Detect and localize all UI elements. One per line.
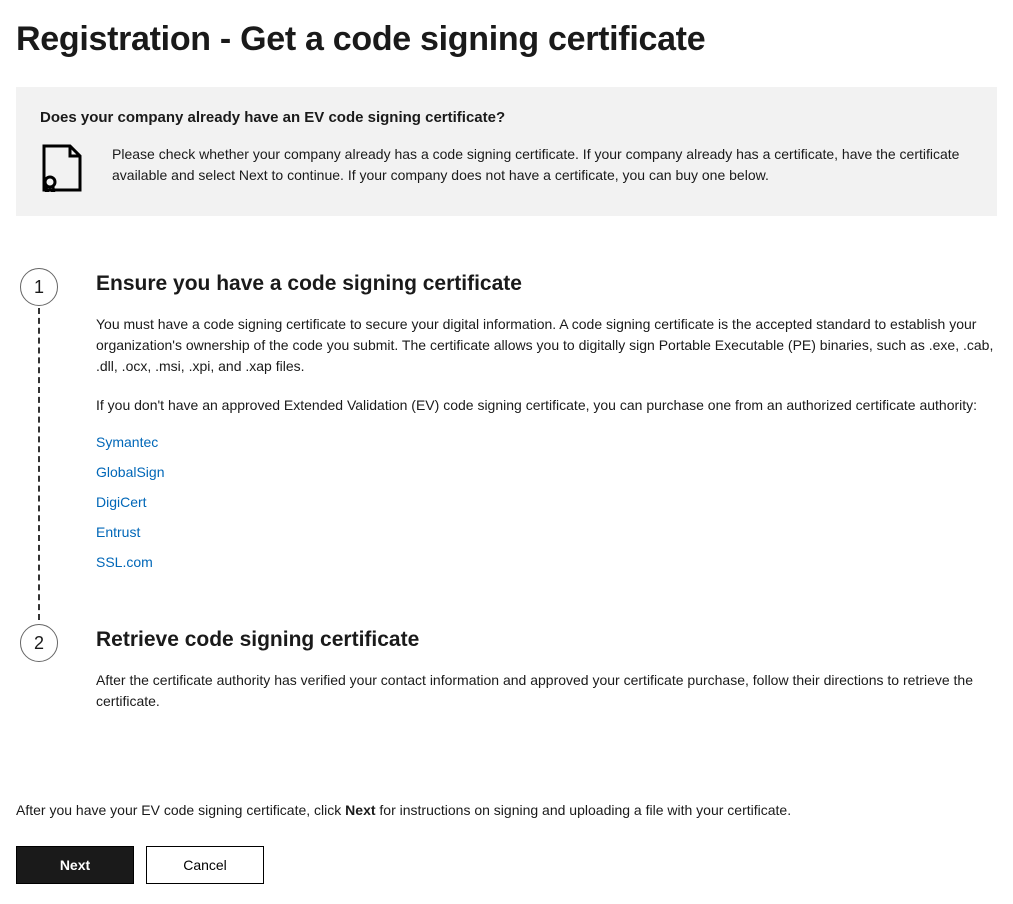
ca-links: Symantec GlobalSign DigiCert Entrust SSL… [96, 434, 997, 572]
step-2-para1: After the certificate authority has veri… [96, 670, 997, 712]
footer-bold: Next [345, 802, 375, 818]
button-row: Next Cancel [16, 846, 997, 884]
page-title: Registration - Get a code signing certif… [16, 20, 997, 59]
step-1-para1: You must have a code signing certificate… [96, 314, 997, 377]
footer-post: for instructions on signing and uploadin… [376, 802, 792, 818]
next-button[interactable]: Next [16, 846, 134, 884]
step-number-2: 2 [20, 624, 58, 662]
step-connector [38, 308, 40, 620]
footer-instruction: After you have your EV code signing cert… [16, 802, 997, 818]
ca-link-symantec[interactable]: Symantec [96, 434, 158, 450]
ca-link-entrust[interactable]: Entrust [96, 524, 140, 540]
step-2: 2 Retrieve code signing certificate Afte… [16, 628, 997, 712]
step-number-1: 1 [20, 268, 58, 306]
step-2-title: Retrieve code signing certificate [96, 628, 997, 652]
info-box-title: Does your company already have an EV cod… [40, 109, 973, 126]
step-1-title: Ensure you have a code signing certifica… [96, 272, 997, 296]
info-box: Does your company already have an EV cod… [16, 87, 997, 216]
info-box-text: Please check whether your company alread… [112, 144, 973, 186]
footer-pre: After you have your EV code signing cert… [16, 802, 345, 818]
ca-link-globalsign[interactable]: GlobalSign [96, 464, 165, 480]
certificate-icon [40, 144, 84, 192]
ca-link-digicert[interactable]: DigiCert [96, 494, 147, 510]
step-1: 1 Ensure you have a code signing certifi… [16, 272, 997, 572]
cancel-button[interactable]: Cancel [146, 846, 264, 884]
ca-link-sslcom[interactable]: SSL.com [96, 554, 153, 570]
step-1-para2: If you don't have an approved Extended V… [96, 395, 997, 416]
